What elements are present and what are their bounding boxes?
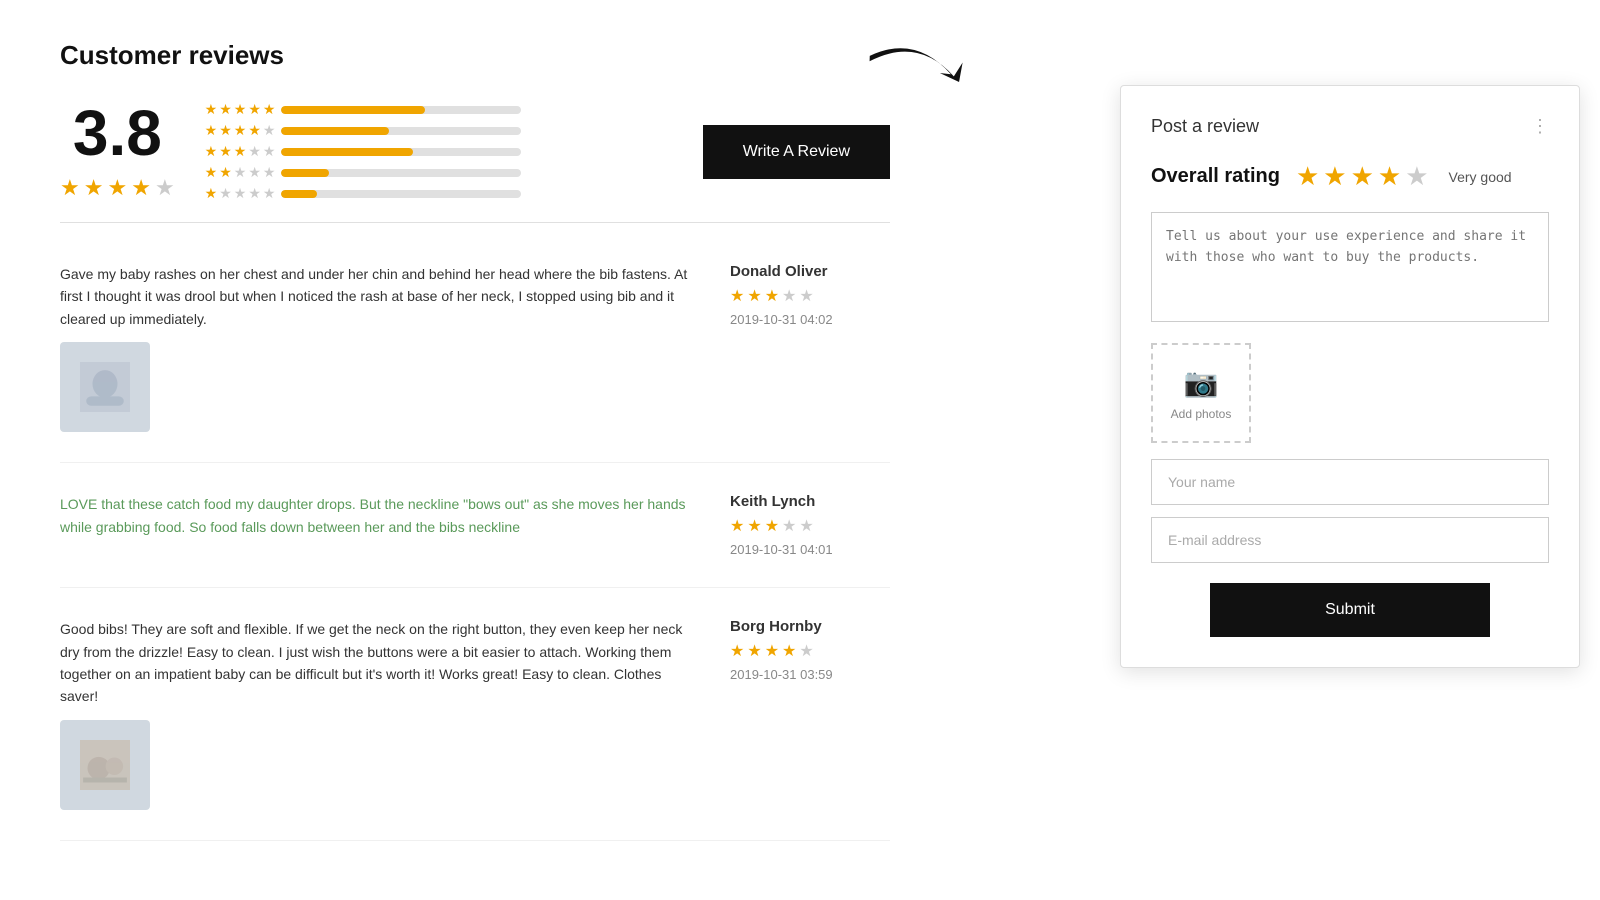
name-input[interactable]: [1151, 459, 1549, 505]
review-text: Good bibs! They are soft and flexible. I…: [60, 618, 690, 708]
post-review-panel: Post a review ⋮ Overall rating ★ ★ ★ ★ ★…: [1120, 85, 1580, 668]
review-meta-1: Donald Oliver ★★★★★ 2019-10-31 04:02: [730, 263, 890, 432]
review-image-3: [60, 720, 150, 810]
panel-stars[interactable]: ★ ★ ★ ★ ★: [1296, 161, 1429, 192]
review-text-col: LOVE that these catch food my daughter d…: [60, 493, 690, 557]
review-meta-2: Keith Lynch ★★★★★ 2019-10-31 04:01: [730, 493, 890, 557]
rating-row-4: ★★★★★: [205, 122, 522, 139]
review-date: 2019-10-31 04:02: [730, 312, 890, 327]
star-4[interactable]: ★: [1378, 161, 1401, 192]
rating-bars: ★★★★★ ★★★★★ ★★★★★: [205, 101, 522, 202]
rating-row-3: ★★★★★: [205, 143, 522, 160]
overall-rating-row: Overall rating ★ ★ ★ ★ ★ Very good: [1151, 161, 1549, 192]
reviews-list: Gave my baby rashes on her chest and und…: [60, 263, 890, 841]
write-review-button[interactable]: Write A Review: [703, 125, 890, 179]
add-photos-label: Add photos: [1171, 407, 1232, 421]
review-text-col: Gave my baby rashes on her chest and und…: [60, 263, 690, 432]
review-text: Gave my baby rashes on her chest and und…: [60, 263, 690, 330]
review-meta-3: Borg Hornby ★★★★★ 2019-10-31 03:59: [730, 618, 890, 810]
page-title: Customer reviews: [60, 40, 890, 71]
review-date: 2019-10-31 03:59: [730, 667, 890, 682]
star-5[interactable]: ★: [1405, 161, 1428, 192]
star-2[interactable]: ★: [1323, 161, 1346, 192]
review-item: LOVE that these catch food my daughter d…: [60, 493, 890, 588]
reviewer-stars: ★★★★★: [730, 516, 890, 536]
reviewer-stars: ★★★★★: [730, 286, 890, 306]
review-image-1: [60, 342, 150, 432]
summary-stars: ★ ★ ★ ★ ★: [60, 175, 175, 201]
overall-score: 3.8: [73, 101, 162, 165]
camera-icon: 📷: [1184, 366, 1219, 399]
rating-text-label: Very good: [1449, 169, 1512, 185]
review-date: 2019-10-31 04:01: [730, 542, 890, 557]
reviewer-stars: ★★★★★: [730, 641, 890, 661]
star-1[interactable]: ★: [1296, 161, 1319, 192]
rating-row-1: ★★★★★: [205, 185, 522, 202]
review-textarea[interactable]: [1151, 212, 1549, 322]
rating-row-5: ★★★★★: [205, 101, 522, 118]
review-item: Gave my baby rashes on her chest and und…: [60, 263, 890, 463]
review-text: LOVE that these catch food my daughter d…: [60, 493, 690, 538]
rating-row-2: ★★★★★: [205, 164, 522, 181]
reviewer-name: Keith Lynch: [730, 493, 890, 510]
review-text-col: Good bibs! They are soft and flexible. I…: [60, 618, 690, 810]
review-item: Good bibs! They are soft and flexible. I…: [60, 618, 890, 841]
star-3[interactable]: ★: [1351, 161, 1374, 192]
add-photos-button[interactable]: 📷 Add photos: [1151, 343, 1251, 443]
overall-rating-label: Overall rating: [1151, 165, 1280, 188]
reviewer-name: Borg Hornby: [730, 618, 890, 635]
panel-header: Post a review ⋮: [1151, 116, 1549, 137]
email-input[interactable]: [1151, 517, 1549, 563]
panel-options-icon[interactable]: ⋮: [1531, 116, 1549, 137]
panel-title: Post a review: [1151, 116, 1259, 137]
reviewer-name: Donald Oliver: [730, 263, 890, 280]
submit-button[interactable]: Submit: [1210, 583, 1490, 637]
